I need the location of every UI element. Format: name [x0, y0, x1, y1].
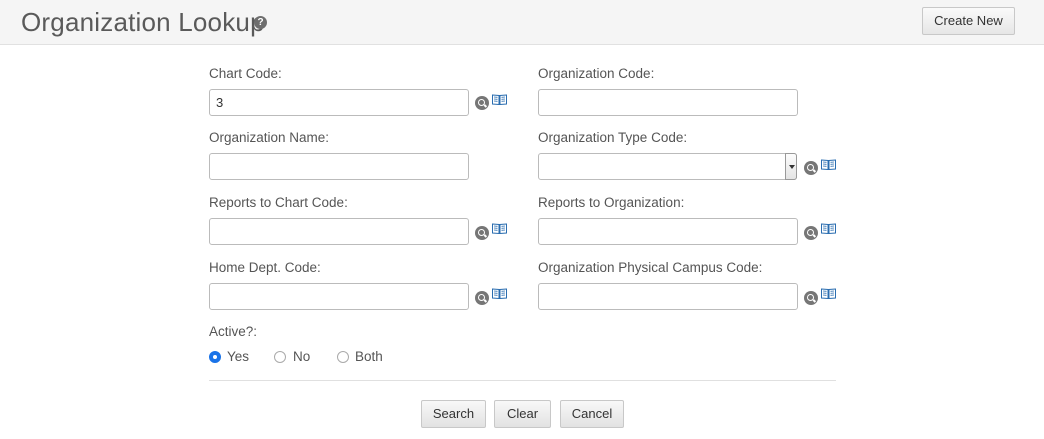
active-both-label[interactable]: Both — [355, 349, 383, 364]
reports-to-chart-code-label: Reports to Chart Code: — [209, 195, 348, 210]
page-title: Organization Lookup — [21, 7, 265, 37]
help-icon[interactable]: ? — [254, 16, 267, 29]
active-yes-radio[interactable] — [209, 351, 221, 363]
home-dept-code-lookup-icon[interactable] — [475, 291, 489, 305]
active-yes-label[interactable]: Yes — [227, 349, 249, 364]
chart-code-label: Chart Code: — [209, 66, 282, 81]
chevron-down-icon[interactable] — [785, 153, 797, 180]
create-new-button[interactable]: Create New — [922, 7, 1015, 35]
chart-code-lookup-icon[interactable] — [475, 96, 489, 110]
cancel-button[interactable]: Cancel — [560, 400, 624, 428]
home-dept-code-label: Home Dept. Code: — [209, 260, 321, 275]
organization-type-code-inquiry-book-icon[interactable] — [821, 159, 836, 170]
form-divider — [209, 380, 836, 381]
reports-to-chart-code-lookup-icon[interactable] — [475, 226, 489, 240]
organization-code-input[interactable] — [538, 89, 798, 116]
search-button[interactable]: Search — [421, 400, 486, 428]
organization-type-code-select[interactable] — [538, 153, 797, 180]
organization-physical-campus-code-inquiry-book-icon[interactable] — [821, 288, 836, 299]
home-dept-code-inquiry-book-icon[interactable] — [492, 288, 507, 299]
organization-physical-campus-code-input[interactable] — [538, 283, 798, 310]
home-dept-code-input[interactable] — [209, 283, 469, 310]
reports-to-organization-inquiry-book-icon[interactable] — [821, 223, 836, 234]
active-both-radio[interactable] — [337, 351, 349, 363]
chart-code-input[interactable]: 3 — [209, 89, 469, 116]
organization-type-code-label: Organization Type Code: — [538, 130, 688, 145]
active-label: Active?: — [209, 324, 258, 339]
reports-to-chart-code-input[interactable] — [209, 218, 469, 245]
page-header: Organization Lookup ? Create New — [0, 0, 1044, 45]
chart-code-inquiry-book-icon[interactable] — [492, 94, 507, 105]
reports-to-organization-input[interactable] — [538, 218, 798, 245]
organization-physical-campus-code-label: Organization Physical Campus Code: — [538, 260, 763, 275]
reports-to-organization-lookup-icon[interactable] — [804, 226, 818, 240]
organization-name-label: Organization Name: — [209, 130, 330, 145]
reports-to-chart-code-inquiry-book-icon[interactable] — [492, 223, 507, 234]
organization-type-code-lookup-icon[interactable] — [804, 161, 818, 175]
reports-to-organization-label: Reports to Organization: — [538, 195, 685, 210]
active-no-radio[interactable] — [274, 351, 286, 363]
clear-button[interactable]: Clear — [494, 400, 551, 428]
organization-name-input[interactable] — [209, 153, 469, 180]
organization-code-label: Organization Code: — [538, 66, 655, 81]
active-no-label[interactable]: No — [293, 349, 310, 364]
organization-physical-campus-code-lookup-icon[interactable] — [804, 291, 818, 305]
